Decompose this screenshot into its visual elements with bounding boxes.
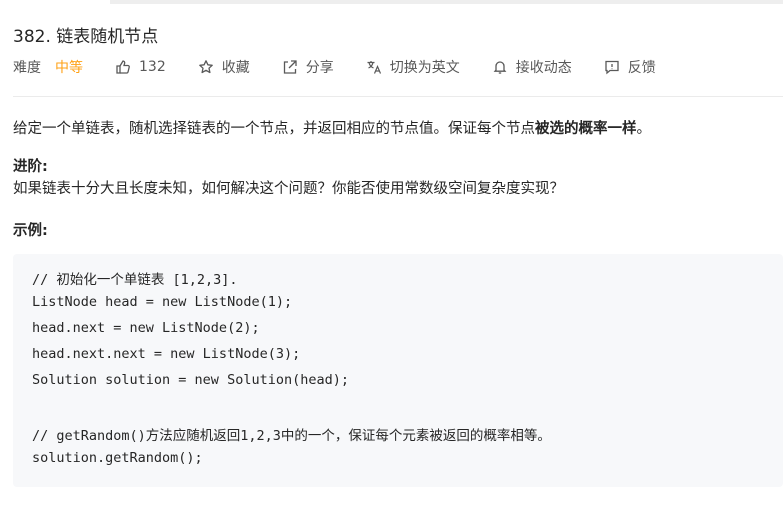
subscribe-label: 接收动态: [515, 60, 572, 76]
translate-button[interactable]: 切换为英文: [366, 57, 460, 77]
code-line: Solution solution = new Solution(head);: [32, 372, 349, 388]
feedback-button[interactable]: 反馈: [604, 57, 656, 77]
code-line: solution.getRandom();: [32, 450, 203, 466]
like-count: 132: [139, 59, 166, 75]
description-end: 。: [636, 121, 652, 137]
subscribe-button[interactable]: 接收动态: [492, 57, 572, 77]
translate-icon: [367, 61, 381, 74]
code-line: // getRandom()方法应随机返回1,2,3中的一个，保证每个元素被返回…: [32, 428, 551, 444]
advance-heading: 进阶:: [13, 159, 48, 175]
feedback-icon: [605, 60, 619, 75]
like-button[interactable]: 132: [115, 59, 166, 75]
code-line: // 初始化一个单链表 [1,2,3].: [32, 272, 238, 288]
thumbs-up-icon: [116, 60, 130, 74]
code-line: ListNode head = new ListNode(1);: [32, 294, 293, 310]
example-heading: 示例:: [13, 223, 48, 239]
code-line: head.next = new ListNode(2);: [32, 320, 260, 336]
problem-title: 382. 链表随机节点: [13, 27, 159, 47]
difficulty: 难度 中等: [13, 57, 83, 77]
share-icon: [283, 60, 297, 74]
difficulty-label: 难度: [13, 60, 41, 76]
problem-description: 给定一个单链表，随机选择链表的一个节点，并返回相应的节点值。保证每个节点被选的概…: [13, 117, 651, 138]
code-line: head.next.next = new ListNode(3);: [32, 346, 301, 362]
description-text: 给定一个单链表，随机选择链表的一个节点，并返回相应的节点值。保证每个节点: [13, 121, 535, 137]
bell-icon: [493, 61, 507, 74]
description-emphasis: 被选的概率一样: [535, 121, 637, 137]
feedback-label: 反馈: [627, 60, 656, 76]
star-icon: [198, 60, 213, 74]
favorite-button[interactable]: 收藏: [198, 57, 250, 77]
example-code-block: // 初始化一个单链表 [1,2,3]. ListNode head = new…: [13, 254, 783, 487]
problem-meta-bar: 难度 中等 132 收藏 分享 切换为英文 接收动态 反馈: [13, 56, 688, 78]
share-label: 分享: [305, 60, 334, 76]
translate-label: 切换为英文: [389, 60, 460, 76]
top-tab-strip: [110, 0, 783, 4]
header-divider: [13, 96, 783, 97]
advance-text: 如果链表十分大且长度未知，如何解决这个问题？你能否使用常数级空间复杂度实现？: [13, 181, 564, 197]
favorite-label: 收藏: [221, 60, 250, 76]
difficulty-value: 中等: [55, 60, 83, 76]
share-button[interactable]: 分享: [282, 57, 334, 77]
